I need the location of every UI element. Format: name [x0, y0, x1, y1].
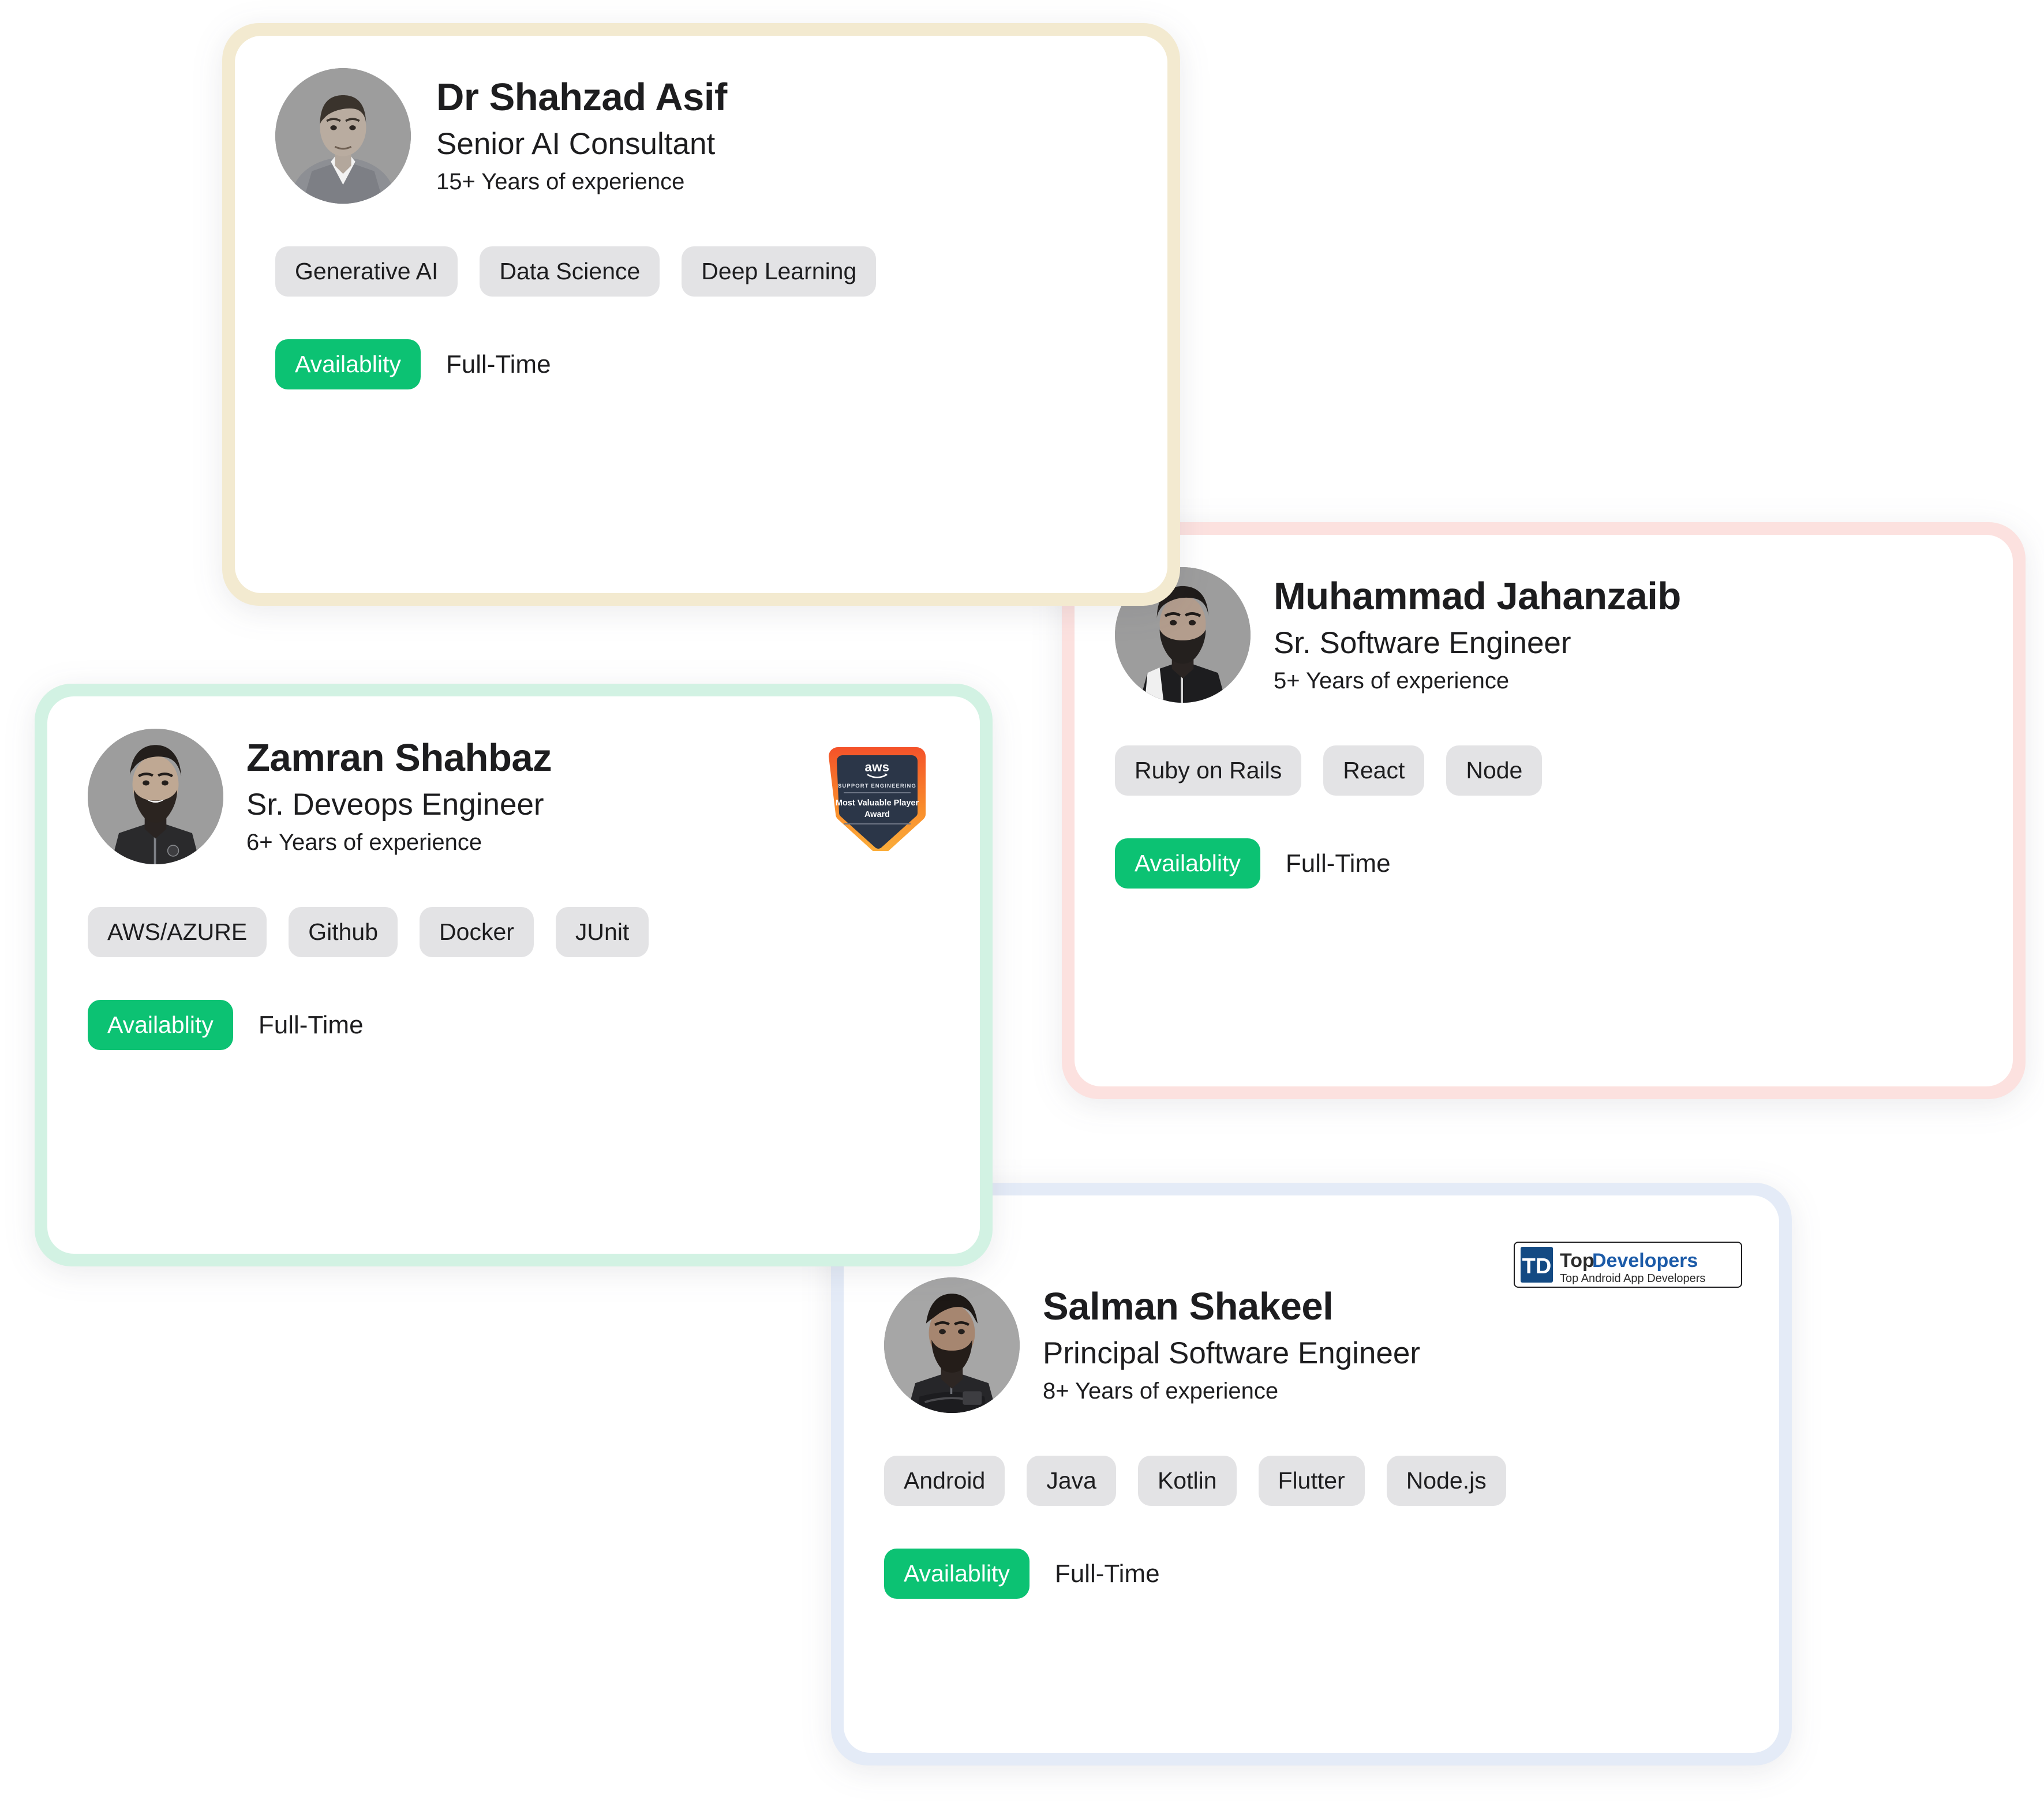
- person-experience: 8+ Years of experience: [1043, 1378, 1279, 1404]
- svg-text:TD: TD: [1522, 1254, 1552, 1279]
- availability-value: Full-Time: [1054, 1559, 1160, 1588]
- avatar-photo-icon: [884, 1277, 1020, 1413]
- availability-value: Full-Time: [446, 350, 551, 378]
- skill-chip[interactable]: Generative AI: [275, 246, 458, 297]
- availability-row: Availablity Full-Time: [275, 339, 1127, 390]
- avatar: [884, 1277, 1020, 1413]
- availability-badge: Availablity: [88, 1000, 233, 1051]
- skill-chip[interactable]: Docker: [420, 907, 534, 958]
- availability-badge: Availablity: [275, 339, 421, 390]
- availability-badge: Availablity: [1115, 838, 1260, 889]
- card-header: Dr Shahzad Asif Senior AI Consultant 15+…: [275, 68, 1127, 204]
- person-role: Sr. Deveops Engineer: [246, 787, 544, 822]
- availability-row: Availablity Full-Time: [1115, 838, 1972, 889]
- topdevelopers-badge: TD Top Developers Top Android App Develo…: [1514, 1242, 1742, 1288]
- svg-text:Most Valuable Player: Most Valuable Player: [836, 799, 919, 808]
- svg-text:SUPPORT ENGINEERING: SUPPORT ENGINEERING: [838, 783, 916, 789]
- person-experience: 15+ Years of experience: [436, 168, 685, 194]
- svg-text:aws: aws: [864, 760, 889, 774]
- svg-text:Award: Award: [864, 810, 890, 819]
- availability-row: Availablity Full-Time: [884, 1549, 1739, 1599]
- card-header-text: Muhammad Jahanzaib Sr. Software Engineer…: [1274, 575, 1681, 694]
- profile-card-jahanzaib[interactable]: Muhammad Jahanzaib Sr. Software Engineer…: [1062, 522, 2026, 1099]
- card-header-text: Zamran Shahbaz Sr. Deveops Engineer 6+ Y…: [246, 737, 552, 856]
- profile-card-shahzad[interactable]: Dr Shahzad Asif Senior AI Consultant 15+…: [222, 23, 1180, 606]
- person-name: Zamran Shahbaz: [246, 736, 552, 780]
- aws-award-icon: aws SUPPORT ENGINEERING Most Valuable Pl…: [829, 747, 926, 851]
- svg-text:Top Android App Developers: Top Android App Developers: [1560, 1272, 1705, 1285]
- skill-chip[interactable]: AWS/AZURE: [88, 907, 267, 958]
- card-inner: aws SUPPORT ENGINEERING Most Valuable Pl…: [47, 696, 980, 1254]
- card-inner: Muhammad Jahanzaib Sr. Software Engineer…: [1075, 535, 2013, 1086]
- skill-chip[interactable]: Flutter: [1258, 1456, 1365, 1506]
- card-header-text: Salman Shakeel Principal Software Engine…: [1043, 1285, 1421, 1404]
- person-name: Salman Shakeel: [1043, 1285, 1334, 1329]
- avatar-photo-icon: [275, 68, 411, 204]
- skill-chip[interactable]: Deep Learning: [682, 246, 877, 297]
- avatar: [88, 729, 223, 864]
- skills-row: AWS/AZURE Github Docker JUnit: [88, 907, 939, 958]
- skill-chip[interactable]: Node.js: [1386, 1456, 1506, 1506]
- skill-chip[interactable]: Java: [1027, 1456, 1116, 1506]
- person-role: Principal Software Engineer: [1043, 1336, 1421, 1370]
- skill-chip[interactable]: Data Science: [480, 246, 660, 297]
- svg-text:Top: Top: [1560, 1250, 1594, 1272]
- card-header-text: Dr Shahzad Asif Senior AI Consultant 15+…: [436, 76, 727, 195]
- avatar: [275, 68, 411, 204]
- svg-text:Developers: Developers: [1592, 1250, 1698, 1272]
- person-name: Muhammad Jahanzaib: [1274, 575, 1681, 619]
- skill-chip[interactable]: Ruby on Rails: [1115, 745, 1302, 796]
- profile-card-zamran[interactable]: aws SUPPORT ENGINEERING Most Valuable Pl…: [35, 684, 993, 1266]
- skill-chip[interactable]: Github: [289, 907, 398, 958]
- profile-card-salman[interactable]: TD Top Developers Top Android App Develo…: [831, 1183, 1792, 1765]
- topdevelopers-logo-icon: TD Top Developers Top Android App Develo…: [1514, 1242, 1742, 1288]
- availability-row: Availablity Full-Time: [88, 1000, 939, 1051]
- person-name: Dr Shahzad Asif: [436, 76, 727, 119]
- skill-chip[interactable]: Node: [1446, 745, 1543, 796]
- person-experience: 5+ Years of experience: [1274, 668, 1510, 694]
- availability-badge: Availablity: [884, 1549, 1030, 1599]
- skill-chip[interactable]: Kotlin: [1137, 1456, 1237, 1506]
- card-inner: Dr Shahzad Asif Senior AI Consultant 15+…: [235, 36, 1167, 593]
- skills-row: Ruby on Rails React Node: [1115, 745, 1972, 796]
- skill-chip[interactable]: JUnit: [555, 907, 649, 958]
- person-experience: 6+ Years of experience: [246, 829, 482, 855]
- person-role: Senior AI Consultant: [436, 126, 716, 161]
- skill-chip[interactable]: Android: [884, 1456, 1005, 1506]
- skill-chip[interactable]: React: [1323, 745, 1425, 796]
- card-header: Muhammad Jahanzaib Sr. Software Engineer…: [1115, 567, 1972, 703]
- card-header: Salman Shakeel Principal Software Engine…: [884, 1277, 1739, 1413]
- aws-mvp-award-badge: aws SUPPORT ENGINEERING Most Valuable Pl…: [819, 741, 935, 851]
- skills-row: Generative AI Data Science Deep Learning: [275, 246, 1127, 297]
- avatar-photo-icon: [88, 729, 223, 864]
- card-inner: TD Top Developers Top Android App Develo…: [844, 1195, 1779, 1753]
- profile-cards-collage: Dr Shahzad Asif Senior AI Consultant 15+…: [0, 0, 2044, 1803]
- availability-value: Full-Time: [258, 1010, 364, 1039]
- person-role: Sr. Software Engineer: [1274, 625, 1571, 660]
- skills-row: Android Java Kotlin Flutter Node.js: [884, 1456, 1739, 1506]
- availability-value: Full-Time: [1285, 849, 1391, 878]
- card-header: Zamran Shahbaz Sr. Deveops Engineer 6+ Y…: [88, 729, 939, 864]
